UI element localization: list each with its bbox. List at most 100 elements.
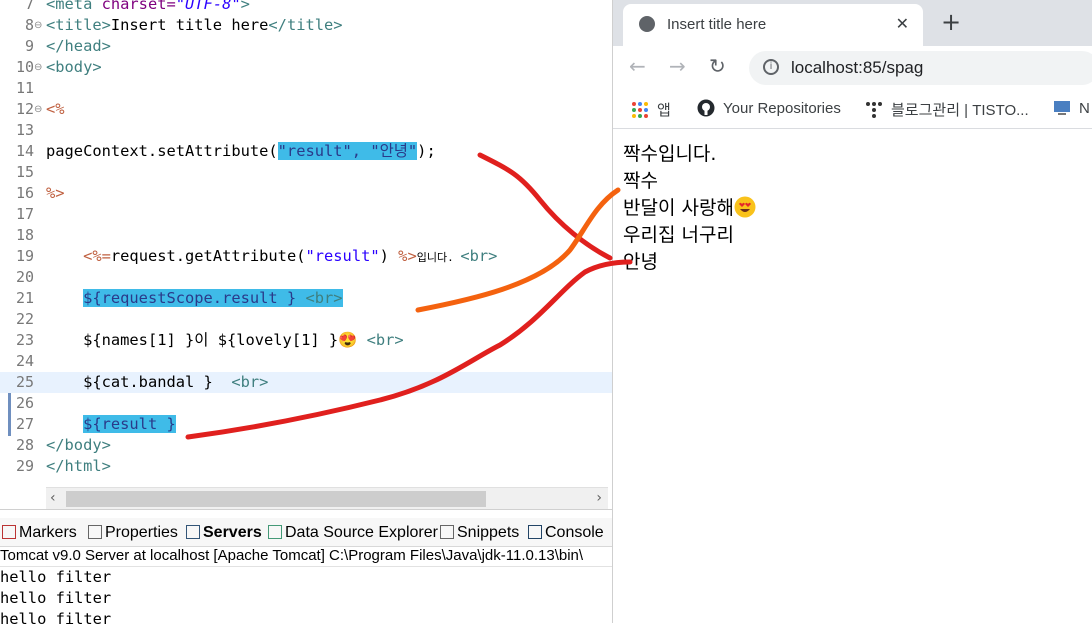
code-line: 16 %> [0, 183, 612, 204]
address-bar[interactable]: i localhost:85/spag [749, 51, 1092, 85]
highlighted-code: ${requestScope.result } <br> [83, 289, 343, 307]
code-text: <meta charset="UTF-8"> [46, 0, 250, 13]
forward-arrow-icon[interactable]: → [669, 54, 686, 78]
github-icon [697, 99, 715, 117]
tab-data-source-explorer[interactable]: Data Source Explorer [268, 522, 438, 544]
bookmark-apps[interactable]: 앱 [631, 99, 671, 120]
output-line: 짝수 [623, 170, 658, 192]
line-number: 17 [15, 205, 34, 223]
line-number: 18 [15, 226, 34, 244]
code-line: 19 <%=request.getAttribute("result") %>입… [0, 246, 612, 267]
code-line: 18 [0, 225, 612, 246]
code-text: </body> [46, 436, 111, 454]
info-icon[interactable]: i [763, 59, 779, 75]
fold-icon[interactable]: ⊖ [34, 57, 42, 78]
fold-icon[interactable]: ⊖ [34, 99, 42, 120]
panel-tabs: Markers Properties Servers Data Source E… [0, 518, 612, 547]
code-line: 22 [0, 309, 612, 330]
code-line: 13 [0, 120, 612, 141]
scroll-left-icon[interactable]: ‹ [50, 490, 56, 506]
url-text: localhost:85/spag [791, 58, 924, 77]
code-line: 11 [0, 78, 612, 99]
horizontal-scrollbar[interactable]: ‹ › [46, 487, 608, 510]
code-text: </html> [46, 457, 111, 475]
tab-markers[interactable]: Markers [2, 522, 77, 544]
code-text: <% [46, 100, 65, 118]
bookmarks-bar: 앱 Your Repositories 블로그관리 | TISTO... N [613, 90, 1092, 129]
line-number: 21 [15, 289, 34, 307]
heart-eyes-emoji-icon [734, 196, 756, 218]
scroll-right-icon[interactable]: › [596, 490, 602, 506]
output-line: 반달이 사랑해 [623, 195, 756, 222]
line-number: 10 [15, 58, 34, 76]
highlighted-code: "result", "안녕" [277, 142, 418, 160]
close-icon[interactable]: ✕ [896, 14, 909, 33]
tab-snippets[interactable]: Snippets [440, 522, 519, 544]
apps-grid-icon [632, 102, 648, 118]
code-line: 14 pageContext.setAttribute("result", "안… [0, 141, 612, 162]
line-number: 20 [15, 268, 34, 286]
code-line: 7 <meta charset="UTF-8"> [0, 0, 612, 15]
line-number: 12 [15, 100, 34, 118]
code-text: ${names[1] }이 ${lovely[1] }😍 <br> [83, 331, 404, 349]
page-content: 짝수입니다. 짝수 반달이 사랑해 우리집 너구리 안녕 [613, 129, 1092, 623]
code-line: 24 [0, 351, 612, 372]
line-number: 24 [15, 352, 34, 370]
code-line: 21 ${requestScope.result } <br> [0, 288, 612, 309]
code-line: 8 ⊖ <title>Insert title here</title> [0, 15, 612, 36]
monitor-icon [1054, 101, 1070, 115]
line-number: 27 [15, 415, 34, 433]
output-line: 안녕 [623, 251, 658, 273]
reload-icon[interactable]: ↻ [709, 54, 726, 78]
tab-console[interactable]: Console [528, 522, 604, 544]
line-number: 7 [24, 0, 34, 13]
line-number: 8 [24, 16, 34, 34]
scrollbar-thumb[interactable] [66, 491, 486, 507]
fold-icon[interactable]: ⊖ [34, 15, 42, 36]
code-text: <%=request.getAttribute("result") %>입니다.… [83, 247, 498, 265]
back-arrow-icon[interactable]: ← [629, 54, 646, 78]
bottom-panel: Markers Properties Servers Data Source E… [0, 509, 612, 628]
data-source-icon [268, 525, 282, 539]
code-line: 29 </html> [0, 456, 612, 477]
snippets-icon [440, 525, 454, 539]
code-text: ${result } [46, 414, 176, 435]
code-line: 15 [0, 162, 612, 183]
browser-toolbar: ← → ↻ i localhost:85/spag [613, 46, 1092, 90]
console-process-label: Tomcat v9.0 Server at localhost [Apache … [0, 546, 612, 567]
line-number: 13 [15, 121, 34, 139]
markers-icon [2, 525, 16, 539]
tab-properties[interactable]: Properties [88, 522, 178, 544]
code-text: pageContext.setAttribute("result", "안녕")… [46, 142, 436, 160]
browser-tab[interactable]: Insert title here ✕ [623, 4, 923, 46]
servers-icon [186, 525, 200, 539]
console-line: hello filter [0, 610, 112, 628]
bookmark-n[interactable]: N [1053, 99, 1090, 117]
code-line: 20 [0, 267, 612, 288]
code-line: 10 ⊖ <body> [0, 57, 612, 78]
code-line: 23 ${names[1] }이 ${lovely[1] }😍 <br> [0, 330, 612, 351]
console-line: hello filter [0, 589, 112, 607]
code-line: 17 [0, 204, 612, 225]
line-number: 19 [15, 247, 34, 265]
code-text: %> [46, 184, 65, 202]
globe-icon [639, 16, 655, 32]
line-number: 28 [15, 436, 34, 454]
properties-icon [88, 525, 102, 539]
line-number: 29 [15, 457, 34, 475]
tab-servers[interactable]: Servers [186, 522, 262, 544]
new-tab-button[interactable]: + [941, 8, 961, 36]
tistory-icon [866, 102, 882, 118]
code-line: 26 [0, 393, 612, 414]
line-number: 26 [15, 394, 34, 412]
output-line: 우리집 너구리 [623, 224, 734, 246]
line-number: 11 [15, 79, 34, 97]
code-editor[interactable]: 7 <meta charset="UTF-8"> 8 ⊖ <title>Inse… [0, 0, 612, 487]
code-text: ${cat.bandal } <br> [83, 373, 269, 391]
code-line: 27 ${result } [0, 414, 612, 435]
code-text: <title>Insert title here</title> [46, 16, 343, 34]
bookmark-tistory[interactable]: 블로그관리 | TISTO... [865, 99, 1029, 120]
browser-window: Insert title here ✕ + ← → ↻ i localhost:… [612, 0, 1092, 623]
code-line: 9 </head> [0, 36, 612, 57]
bookmark-your-repositories[interactable]: Your Repositories [697, 99, 841, 117]
